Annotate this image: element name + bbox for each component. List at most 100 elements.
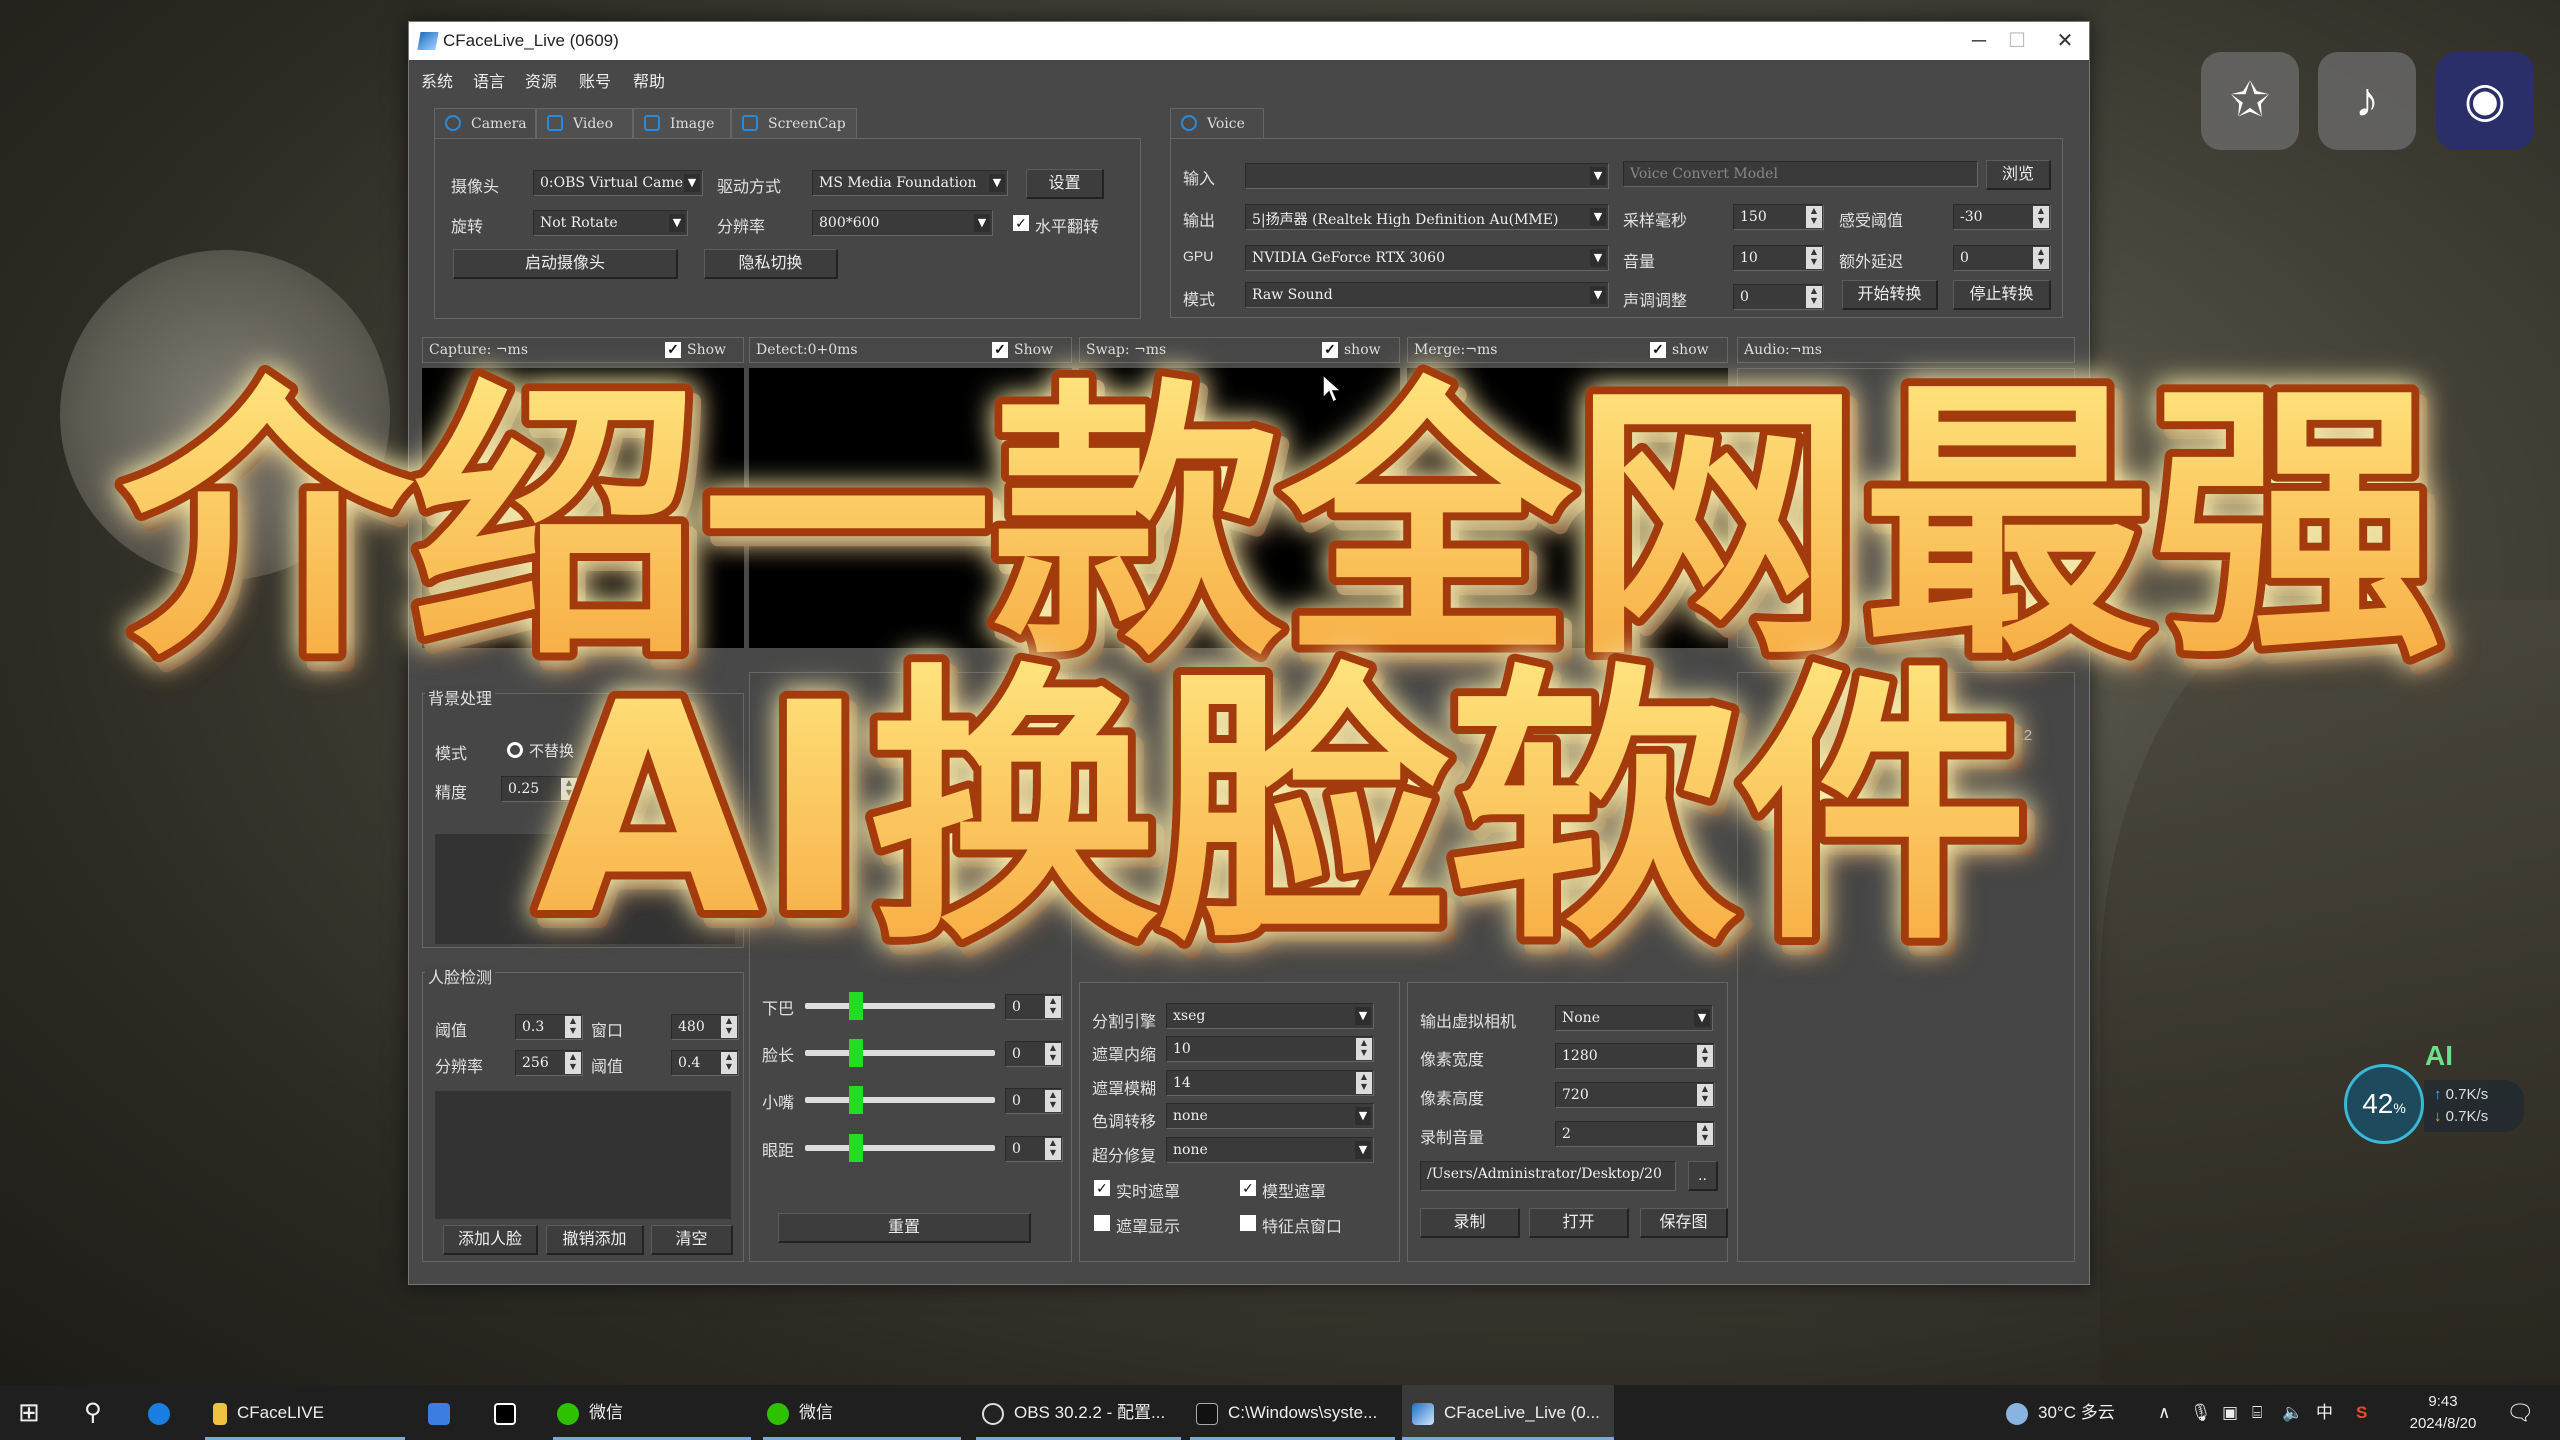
record-button[interactable]: 录制 (1420, 1208, 1520, 1238)
menu-system[interactable]: 系统 (421, 68, 453, 92)
spin-arrows-icon[interactable]: ▲ ▼ (1045, 1043, 1061, 1065)
tab-screencap[interactable]: ScreenCap (731, 108, 857, 138)
spin-arrows-icon[interactable]: ▲ ▼ (1806, 206, 1822, 228)
browse-path-button[interactable]: .. (1688, 1161, 1718, 1191)
eye-distance-spinbox[interactable]: 0 ▲ ▼ (1005, 1136, 1063, 1162)
spin-arrows-icon[interactable]: ▲ ▼ (1806, 286, 1822, 308)
k-app-icon[interactable] (428, 1385, 460, 1440)
clock[interactable]: 9:43 2024/8/20 (2398, 1391, 2488, 1435)
tab-image[interactable]: Image (633, 108, 731, 138)
spin-arrows-icon[interactable]: ▲ ▼ (561, 778, 577, 800)
sogou-ime-icon[interactable]: S (2356, 1385, 2367, 1440)
spin-arrows-icon[interactable]: ▲ ▼ (1697, 1045, 1713, 1067)
face-list[interactable] (435, 1091, 731, 1219)
robot-app-icon[interactable]: ◉ (2436, 52, 2534, 150)
ime-indicator[interactable]: 中 (2316, 1385, 2333, 1440)
threshold-spinbox[interactable]: -30 ▲ ▼ (1953, 204, 2051, 230)
mask-display-checkbox[interactable]: ✓ (1094, 1215, 1110, 1231)
spin-arrows-icon[interactable]: ▲ ▼ (2033, 247, 2049, 269)
chin-spinbox[interactable]: 0 ▲ ▼ (1005, 994, 1063, 1020)
spin-arrows-icon[interactable]: ▲ ▼ (565, 1016, 581, 1038)
weather-widget[interactable]: 30°C 多云 (2006, 1385, 2115, 1440)
taskbar-item-wechat-1[interactable]: 微信 (553, 1385, 751, 1440)
start-convert-button[interactable]: 开始转换 (1842, 280, 1938, 310)
spin-arrows-icon[interactable]: ▲ ▼ (721, 1052, 737, 1074)
spin-arrows-icon[interactable]: ▲ ▼ (1356, 1038, 1372, 1060)
save-image-button[interactable]: 保存图 (1640, 1208, 1728, 1238)
extra-delay-spinbox[interactable]: 0 ▲ ▼ (1953, 245, 2051, 271)
spin-arrows-icon[interactable]: ▲ ▼ (1356, 1072, 1372, 1094)
menu-help[interactable]: 帮助 (633, 68, 665, 92)
face-length-spinbox[interactable]: 0 ▲ ▼ (1005, 1041, 1063, 1067)
sample-ms-spinbox[interactable]: 150 ▲ ▼ (1733, 204, 1824, 230)
taskbar-item-cfacelive[interactable]: CFaceLIVE (205, 1385, 405, 1440)
detect-window-spinbox[interactable]: 480 ▲ ▼ (671, 1014, 739, 1040)
color-transfer-select[interactable]: none ▼ (1166, 1103, 1374, 1129)
face-length-slider[interactable] (805, 1050, 995, 1056)
bg-no-replace-radio[interactable] (507, 742, 523, 758)
slider-handle[interactable] (849, 992, 863, 1020)
pinned-app-icon[interactable] (148, 1385, 180, 1440)
clear-button[interactable]: 清空 (651, 1225, 733, 1255)
network-tray-icon[interactable]: ⌸ (2252, 1385, 2262, 1440)
menu-language[interactable]: 语言 (473, 68, 505, 92)
tab-voice[interactable]: Voice (1170, 108, 1264, 138)
pitch-spinbox[interactable]: 0 ▲ ▼ (1733, 284, 1824, 310)
show-capture-checkbox[interactable]: ✓ (665, 342, 681, 358)
voice-model-input[interactable]: Voice Convert Model (1623, 161, 1978, 187)
chin-slider[interactable] (805, 1003, 995, 1009)
detect-threshold2-spinbox[interactable]: 0.4 ▲ ▼ (671, 1050, 739, 1076)
volume-spinbox[interactable]: 10 ▲ ▼ (1733, 245, 1824, 271)
mask-shrink-spinbox[interactable]: 10 ▲ ▼ (1166, 1036, 1374, 1062)
spin-arrows-icon[interactable]: ▲ ▼ (1045, 996, 1061, 1018)
tab-video[interactable]: Video (536, 108, 633, 138)
taskbar-item-wechat-2[interactable]: 微信 (763, 1385, 961, 1440)
show-detect-checkbox[interactable]: ✓ (992, 342, 1008, 358)
tray-app-icon[interactable]: ▣ (2222, 1385, 2238, 1440)
taskbar-item-obs[interactable]: OBS 30.2.2 - 配置... (976, 1385, 1181, 1440)
capcut-icon[interactable] (494, 1385, 526, 1440)
taskbar-item-cfacelive-live[interactable]: CFaceLive_Live (0... (1402, 1385, 1614, 1440)
small-mouth-spinbox[interactable]: 0 ▲ ▼ (1005, 1088, 1063, 1114)
voice-input-select[interactable]: ▼ (1245, 163, 1609, 189)
spin-arrows-icon[interactable]: ▲ ▼ (1045, 1090, 1061, 1112)
tab-camera[interactable]: Camera (434, 108, 536, 138)
bg-option-checkbox[interactable]: ✓ (595, 781, 611, 797)
rotate-select[interactable]: Not Rotate ▼ (533, 210, 688, 236)
volume-tray-icon[interactable]: 🔈 (2282, 1385, 2303, 1440)
minimize-button[interactable]: ─ (1959, 26, 1999, 56)
microphone-tray-icon[interactable]: 🎙 (2190, 1385, 2212, 1440)
show-merge-checkbox[interactable]: ✓ (1650, 342, 1666, 358)
pixel-height-spinbox[interactable]: 720 ▲ ▼ (1555, 1082, 1715, 1108)
detect-threshold-spinbox[interactable]: 0.3 ▲ ▼ (515, 1014, 583, 1040)
super-res-select[interactable]: none ▼ (1166, 1137, 1374, 1163)
spin-arrows-icon[interactable]: ▲ ▼ (1697, 1123, 1713, 1145)
maximize-button[interactable]: ☐ (1997, 26, 2037, 56)
spin-arrows-icon[interactable]: ▲ ▼ (1697, 1084, 1713, 1106)
resolution-select[interactable]: 800*600 ▼ (812, 210, 993, 236)
show-swap-checkbox[interactable]: ✓ (1322, 342, 1338, 358)
windows-start-icon[interactable]: ⊞ (18, 1385, 40, 1440)
output-path-field[interactable]: /Users/Administrator/Desktop/20 (1420, 1161, 1676, 1191)
bg-green-radio[interactable] (595, 742, 611, 758)
precision-spinbox[interactable]: 0.25 ▲ ▼ (501, 776, 579, 802)
tiktok-icon[interactable]: ♪ (2318, 52, 2416, 150)
spin-arrows-icon[interactable]: ▲ ▼ (1045, 1138, 1061, 1160)
start-camera-button[interactable]: 启动摄像头 (453, 249, 678, 279)
taskbar-item-cmd[interactable]: C:\Windows\syste... (1190, 1385, 1395, 1440)
open-button[interactable]: 打开 (1529, 1208, 1629, 1238)
gpu-select[interactable]: NVIDIA GeForce RTX 3060 ▼ (1245, 245, 1609, 271)
landmark-window-checkbox[interactable]: ✓ (1240, 1215, 1256, 1231)
search-icon[interactable]: ⚲ (84, 1385, 102, 1440)
camera-select[interactable]: 0:OBS Virtual Came ▼ (533, 170, 703, 196)
eye-distance-slider[interactable] (805, 1145, 995, 1151)
small-mouth-slider[interactable] (805, 1097, 995, 1103)
slider-handle[interactable] (849, 1134, 863, 1162)
network-usage-gauge[interactable]: 42% (2344, 1064, 2424, 1144)
mask-blur-spinbox[interactable]: 14 ▲ ▼ (1166, 1070, 1374, 1096)
record-volume-spinbox[interactable]: 2 ▲ ▼ (1555, 1121, 1715, 1147)
virtual-camera-select[interactable]: None ▼ (1555, 1005, 1713, 1031)
spin-arrows-icon[interactable]: ▲ ▼ (565, 1052, 581, 1074)
menu-account[interactable]: 账号 (579, 68, 611, 92)
spin-arrows-icon[interactable]: ▲ ▼ (2033, 206, 2049, 228)
